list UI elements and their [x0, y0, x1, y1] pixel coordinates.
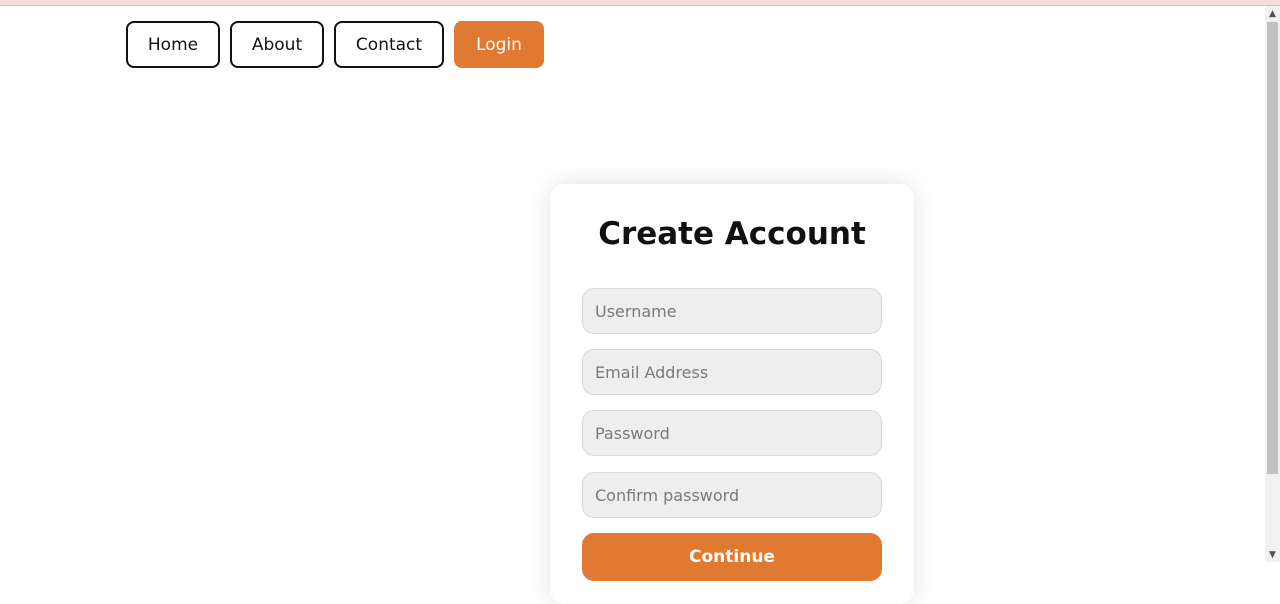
form-title: Create Account: [598, 216, 866, 252]
create-account-card: Create Account Continue: [550, 184, 914, 604]
nav-contact-button[interactable]: Contact: [334, 21, 444, 68]
password-input[interactable]: [582, 410, 882, 456]
scroll-up-icon[interactable]: ▲: [1265, 6, 1280, 21]
continue-button[interactable]: Continue: [582, 533, 882, 581]
scrollbar-thumb[interactable]: [1267, 22, 1278, 474]
username-input[interactable]: [582, 288, 882, 334]
top-accent-bar: [0, 0, 1280, 6]
nav-login-button[interactable]: Login: [454, 21, 544, 68]
nav-about-button[interactable]: About: [230, 21, 324, 68]
top-navigation: Home About Contact Login: [126, 21, 544, 68]
scroll-down-icon[interactable]: ▼: [1265, 547, 1280, 562]
nav-home-button[interactable]: Home: [126, 21, 220, 68]
confirm-password-input[interactable]: [582, 472, 882, 518]
email-input[interactable]: [582, 349, 882, 395]
vertical-scrollbar[interactable]: ▲ ▼: [1265, 6, 1280, 562]
